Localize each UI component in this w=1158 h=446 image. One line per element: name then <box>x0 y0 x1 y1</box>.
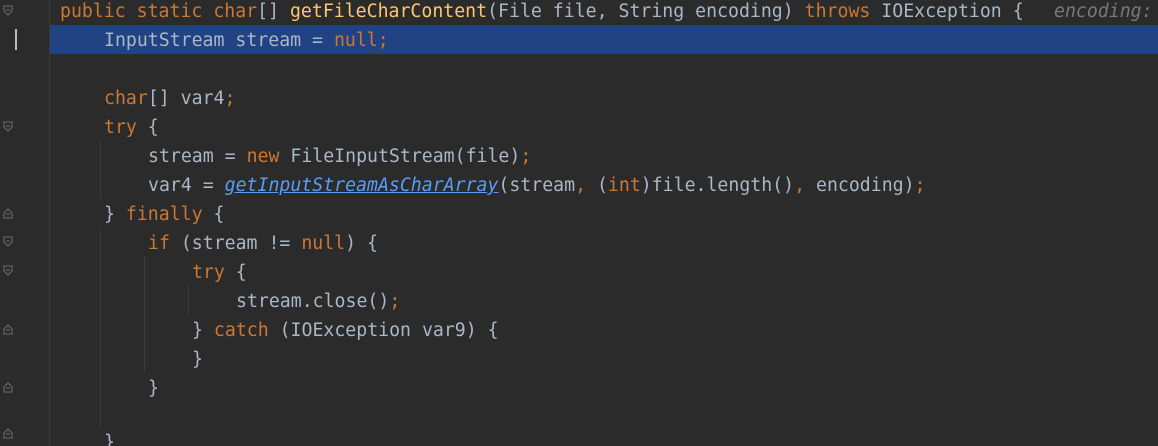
code-token: null <box>301 233 346 254</box>
code-token: (IOException var9) { <box>268 320 499 341</box>
code-token: char <box>213 1 258 22</box>
code-line-12[interactable]: } catch (IOException var9) { <box>192 316 499 345</box>
code-line-9[interactable]: if (stream != null) { <box>148 229 378 258</box>
code-line-1[interactable]: public static char[] getFileCharContent(… <box>60 0 1024 26</box>
code-token: , <box>794 175 806 196</box>
code-line-5[interactable]: try { <box>104 113 159 142</box>
code-token: { <box>202 204 225 225</box>
code-token: } <box>148 378 159 399</box>
code-token: encoding) <box>805 175 915 196</box>
fold-open-icon[interactable] <box>3 265 13 277</box>
fold-close-icon[interactable] <box>3 323 13 335</box>
code-token: ; <box>224 88 236 109</box>
method-name: getFileCharContent <box>289 1 488 22</box>
code-token: IOException { <box>870 1 1024 22</box>
gutter-separator <box>49 0 50 446</box>
indent-guide <box>100 227 101 427</box>
code-token: (File file, String encoding) <box>487 1 805 22</box>
code-token: stream.close() <box>236 291 390 312</box>
indent-guide <box>144 256 145 372</box>
code-line-14[interactable]: } <box>148 374 159 403</box>
indent-guide <box>100 140 101 198</box>
code-token: [] var4 <box>147 88 225 109</box>
code-token: , <box>575 175 587 196</box>
code-token: new <box>246 146 280 167</box>
code-token: [] <box>257 1 290 22</box>
code-token: } <box>192 320 214 341</box>
code-token: stream = <box>148 146 247 167</box>
fold-open-icon[interactable] <box>3 236 13 248</box>
fold-close-icon[interactable] <box>3 207 13 219</box>
code-token: if <box>148 233 170 254</box>
code-token: } <box>104 204 126 225</box>
text-caret <box>15 29 17 50</box>
parameter-inlay-hint: encoding: <box>1054 1 1153 22</box>
fold-close-icon[interactable] <box>3 427 13 439</box>
code-token: try <box>104 117 137 138</box>
code-line-10[interactable]: try { <box>192 258 247 287</box>
code-line-13[interactable]: } <box>192 345 203 374</box>
code-token: { <box>136 117 159 138</box>
editor-gutter <box>0 0 50 446</box>
fold-open-icon[interactable] <box>3 121 13 133</box>
fold-open-icon[interactable] <box>3 5 13 17</box>
code-token: var4 = <box>148 175 225 196</box>
code-token: catch <box>213 320 269 341</box>
code-token: )file.length() <box>640 175 795 196</box>
code-token: try <box>192 262 225 283</box>
static-method-call[interactable]: getInputStreamAsCharArray <box>225 175 499 196</box>
code-line-8[interactable]: } finally { <box>104 200 224 229</box>
code-line-7[interactable]: var4 = getInputStreamAsCharArray(stream,… <box>148 171 926 200</box>
code-token: ; <box>377 30 389 51</box>
code-line-16[interactable]: } <box>104 428 115 446</box>
code-token: int <box>607 175 641 196</box>
code-token: ( <box>586 175 608 196</box>
fold-close-icon[interactable] <box>3 381 13 393</box>
code-line-6[interactable]: stream = new FileInputStream(file); <box>148 142 531 171</box>
code-token: } <box>192 349 203 370</box>
code-token: finally <box>125 204 203 225</box>
code-line-2[interactable]: InputStream stream = null; <box>104 26 389 55</box>
code-token: ; <box>914 175 926 196</box>
code-token: { <box>224 262 247 283</box>
code-token: FileInputStream(file) <box>279 146 521 167</box>
code-token: (stream != <box>169 233 302 254</box>
code-token: } <box>104 432 115 446</box>
code-token: null <box>333 30 378 51</box>
code-token: public static <box>60 1 214 22</box>
code-line-4[interactable]: char[] var4; <box>104 84 235 113</box>
code-editor[interactable]: public static char[] getFileCharContent(… <box>0 0 1158 446</box>
code-token: InputStream stream = <box>104 30 334 51</box>
code-token: ; <box>520 146 532 167</box>
code-token: ) { <box>345 233 378 254</box>
code-token: ; <box>389 291 401 312</box>
indent-guide <box>188 285 189 315</box>
code-token: char <box>104 88 148 109</box>
code-token: throws <box>804 1 871 22</box>
code-token: (stream <box>498 175 576 196</box>
code-line-11[interactable]: stream.close(); <box>236 287 400 316</box>
